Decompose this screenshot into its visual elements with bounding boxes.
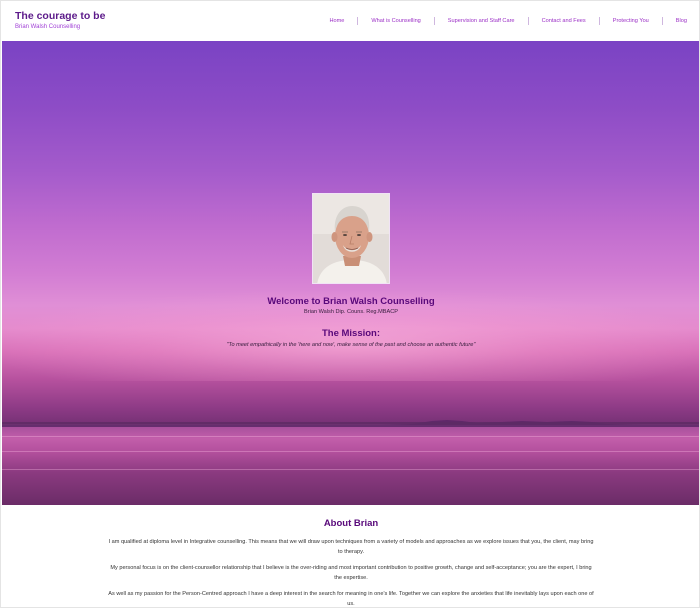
main-nav: Home What is Counselling Supervision and… [329, 16, 687, 26]
about-paragraph: I am qualified at diploma level in Integ… [108, 539, 594, 555]
nav-item-what-is-counselling[interactable]: What is Counselling [371, 18, 420, 24]
site-title[interactable]: The courage to be [15, 10, 105, 22]
about-paragraph: As well as my passion for the Person-Cen… [108, 591, 594, 607]
portrait-image [313, 194, 389, 283]
page-frame: The courage to be Brian Walsh Counsellin… [0, 0, 700, 608]
nav-item-contact-fees[interactable]: Contact and Fees [542, 18, 586, 24]
site-subtitle: Brian Walsh Counselling [15, 24, 81, 30]
nav-divider [527, 17, 529, 25]
hero-banner: Welcome to Brian Walsh Counselling Brian… [2, 41, 699, 505]
qualifications-text: Brian Walsh Dip. Couns. Reg.MBACP [304, 309, 398, 315]
nav-item-supervision[interactable]: Supervision and Staff Care [448, 18, 515, 24]
horizon-line [2, 422, 699, 425]
nav-item-protecting-you[interactable]: Protecting You [613, 18, 649, 24]
nav-divider [661, 17, 663, 25]
water-streak [2, 451, 699, 452]
welcome-heading: Welcome to Brian Walsh Counselling [267, 296, 435, 307]
water-streak [2, 469, 699, 470]
mission-heading: The Mission: [321, 328, 381, 339]
about-paragraph: My personal focus is on the client-couns… [110, 565, 592, 581]
nav-item-home[interactable]: Home [329, 18, 344, 24]
brian-portrait-photo [312, 193, 390, 284]
nav-item-blog[interactable]: Blog [676, 18, 687, 24]
about-section: About Brian I am qualified at diploma le… [2, 505, 699, 607]
water-streak [2, 436, 699, 437]
about-heading: About Brian [323, 518, 379, 529]
site-header: The courage to be Brian Walsh Counsellin… [2, 2, 699, 40]
nav-divider [598, 17, 600, 25]
mission-quote: "To meet empathically in the 'here and n… [226, 342, 476, 348]
nav-divider [357, 17, 359, 25]
nav-divider [433, 17, 435, 25]
